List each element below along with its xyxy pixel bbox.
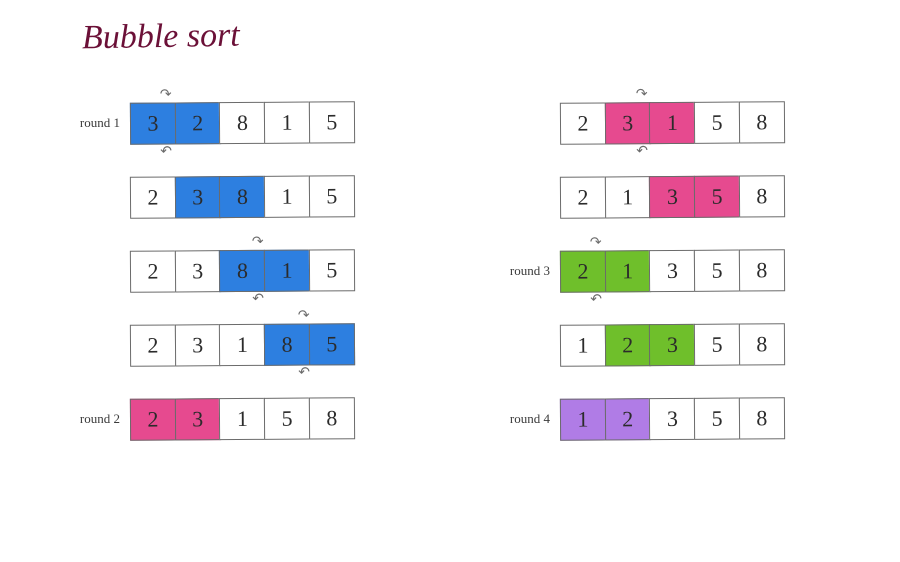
- array-cell: 5: [694, 250, 740, 292]
- array-cell: 5: [694, 324, 740, 366]
- array-step: 12358: [480, 322, 900, 368]
- array-cell: 1: [219, 398, 265, 440]
- swap-arrow-bottom-icon: ↷: [252, 291, 264, 308]
- array-cell: 8: [739, 323, 785, 365]
- swap-arrow-top-icon: ↷: [636, 86, 648, 103]
- array-cell: 8: [219, 102, 265, 144]
- array-cell: 5: [309, 249, 355, 291]
- array-cell: 2: [175, 102, 221, 144]
- round-label: round 3: [480, 263, 560, 279]
- array-step: 23815: [50, 174, 450, 220]
- array: 23158: [130, 397, 355, 441]
- swap-arrow-bottom-icon: ↷: [160, 143, 172, 160]
- array-cell: 5: [694, 102, 740, 144]
- array-cell: 8: [264, 324, 310, 366]
- array-cell: 3: [649, 250, 695, 292]
- array-cell: 3: [605, 102, 651, 144]
- array-cell: 1: [219, 324, 265, 366]
- array-cell: 2: [130, 324, 176, 366]
- array-cell: 2: [605, 324, 651, 366]
- array-step: 23815↷↷: [50, 248, 450, 294]
- array-cell: 3: [649, 398, 695, 440]
- page-title: Bubble sort: [82, 17, 240, 58]
- array-cell: 3: [175, 176, 221, 218]
- array-step: round 321358↷↷: [480, 248, 900, 294]
- array-cell: 1: [264, 250, 310, 292]
- array-cell: 8: [739, 397, 785, 439]
- array: 32815↷↷: [130, 101, 355, 145]
- array-cell: 3: [649, 176, 695, 218]
- left-column: round 132815↷↷2381523815↷↷23185↷↷round 2…: [0, 100, 450, 442]
- array-step: 23158↷↷: [480, 100, 900, 146]
- array-step: round 223158: [50, 396, 450, 442]
- array: 21358↷↷: [560, 249, 785, 293]
- array-cell: 1: [264, 102, 310, 144]
- array-cell: 8: [739, 249, 785, 291]
- array-cell: 8: [309, 397, 355, 439]
- array-cell: 2: [560, 250, 606, 292]
- array-cell: 2: [130, 398, 176, 440]
- array-cell: 2: [130, 176, 176, 218]
- swap-arrow-top-icon: ↷: [252, 234, 264, 251]
- array-cell: 2: [560, 176, 606, 218]
- swap-arrow-bottom-icon: ↷: [298, 365, 310, 382]
- array-cell: 8: [219, 250, 265, 292]
- array-cell: 2: [130, 250, 176, 292]
- array-cell: 5: [309, 323, 355, 365]
- array-cell: 8: [219, 176, 265, 218]
- array-cell: 2: [560, 102, 606, 144]
- array-cell: 3: [175, 398, 221, 440]
- array: 23158↷↷: [560, 101, 785, 145]
- swap-arrow-bottom-icon: ↷: [636, 143, 648, 160]
- swap-arrow-top-icon: ↷: [298, 308, 310, 325]
- array-step: 21358: [480, 174, 900, 220]
- array: 23815: [130, 175, 355, 219]
- array: 12358: [560, 397, 785, 441]
- array-cell: 1: [264, 176, 310, 218]
- array: 21358: [560, 175, 785, 219]
- round-label: round 4: [480, 411, 560, 427]
- array-cell: 1: [605, 250, 651, 292]
- array-cell: 3: [175, 324, 221, 366]
- diagram-columns: round 132815↷↷2381523815↷↷23185↷↷round 2…: [0, 100, 900, 442]
- array-cell: 2: [605, 398, 651, 440]
- array: 23185↷↷: [130, 323, 355, 367]
- swap-arrow-bottom-icon: ↷: [590, 291, 602, 308]
- array-cell: 5: [694, 398, 740, 440]
- array-step: round 132815↷↷: [50, 100, 450, 146]
- array-cell: 5: [309, 175, 355, 217]
- array-cell: 1: [560, 324, 606, 366]
- array-step: 23185↷↷: [50, 322, 450, 368]
- array-cell: 5: [264, 398, 310, 440]
- swap-arrow-top-icon: ↷: [160, 86, 172, 103]
- array-cell: 1: [649, 102, 695, 144]
- array-cell: 5: [309, 101, 355, 143]
- array-cell: 8: [739, 175, 785, 217]
- array-cell: 8: [739, 101, 785, 143]
- array: 23815↷↷: [130, 249, 355, 293]
- round-label: round 2: [50, 411, 130, 427]
- array-cell: 1: [560, 398, 606, 440]
- array-step: round 412358: [480, 396, 900, 442]
- array-cell: 3: [649, 324, 695, 366]
- array-cell: 5: [694, 176, 740, 218]
- array-cell: 1: [605, 176, 651, 218]
- swap-arrow-top-icon: ↷: [590, 234, 602, 251]
- array-cell: 3: [175, 250, 221, 292]
- round-label: round 1: [50, 115, 130, 131]
- right-column: 23158↷↷21358round 321358↷↷12358round 412…: [450, 100, 900, 442]
- array-cell: 3: [130, 102, 176, 144]
- array: 12358: [560, 323, 785, 367]
